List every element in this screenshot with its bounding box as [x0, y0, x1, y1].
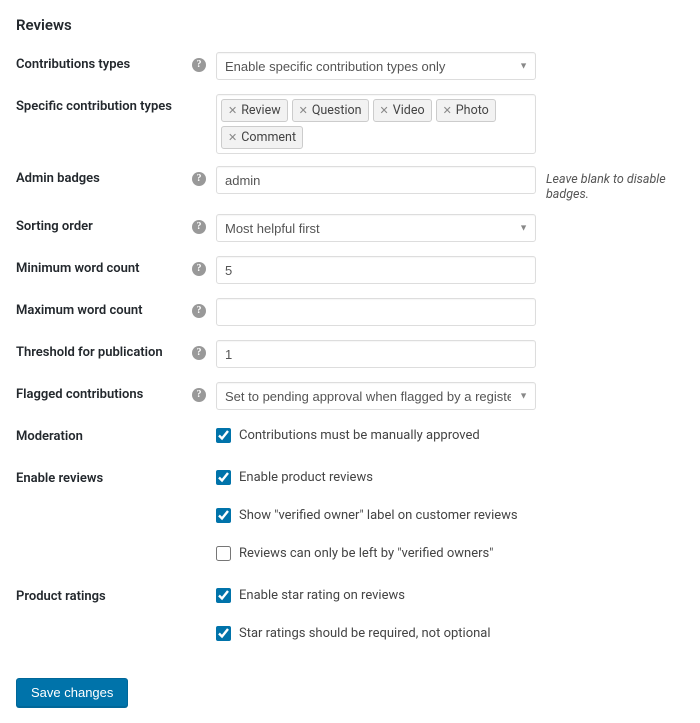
page-title: Reviews	[16, 16, 684, 34]
enable-reviews-checkbox[interactable]	[216, 470, 231, 485]
save-button[interactable]: Save changes	[16, 678, 128, 707]
help-icon[interactable]: ?	[192, 172, 206, 186]
help-icon[interactable]: ?	[192, 220, 206, 234]
tag-video[interactable]: ✕Video	[373, 99, 432, 122]
tag-question[interactable]: ✕Question	[292, 99, 369, 122]
label-enable-reviews: Enable reviews	[16, 471, 186, 486]
threshold-input[interactable]	[216, 340, 536, 368]
star-required-check-label: Star ratings should be required, not opt…	[239, 626, 491, 641]
tag-review[interactable]: ✕Review	[221, 99, 288, 122]
help-icon[interactable]: ?	[192, 262, 206, 276]
label-admin-badges: Admin badges	[16, 171, 186, 186]
verified-owner-check-label: Show "verified owner" label on customer …	[239, 508, 518, 523]
only-verified-check-label: Reviews can only be left by "verified ow…	[239, 546, 493, 561]
help-icon[interactable]: ?	[192, 58, 206, 72]
moderation-check-label: Contributions must be manually approved	[239, 428, 480, 443]
label-product-ratings: Product ratings	[16, 589, 186, 604]
label-moderation: Moderation	[16, 429, 186, 444]
label-flagged: Flagged contributions	[16, 387, 186, 402]
label-min-words: Minimum word count	[16, 261, 186, 276]
max-words-input[interactable]	[216, 298, 536, 326]
sorting-select[interactable]: Most helpful first	[216, 214, 536, 242]
star-required-checkbox[interactable]	[216, 626, 231, 641]
label-contrib-types: Contributions types	[16, 57, 186, 72]
admin-badges-hint: Leave blank to disable badges.	[536, 166, 684, 202]
tag-photo[interactable]: ✕Photo	[436, 99, 496, 122]
help-icon[interactable]: ?	[192, 346, 206, 360]
flagged-select[interactable]: Set to pending approval when flagged by …	[216, 382, 536, 410]
moderation-checkbox[interactable]	[216, 428, 231, 443]
label-max-words: Maximum word count	[16, 303, 186, 318]
star-rating-check-label: Enable star rating on reviews	[239, 588, 405, 603]
label-threshold: Threshold for publication	[16, 345, 186, 360]
enable-reviews-check-label: Enable product reviews	[239, 470, 373, 485]
only-verified-checkbox[interactable]	[216, 546, 231, 561]
close-icon[interactable]: ✕	[443, 104, 452, 117]
close-icon[interactable]: ✕	[380, 104, 389, 117]
admin-badges-input[interactable]	[216, 166, 536, 194]
specific-types-tagbox[interactable]: ✕Review ✕Question ✕Video ✕Photo ✕Comment	[216, 94, 536, 154]
close-icon[interactable]: ✕	[299, 104, 308, 117]
label-specific-types: Specific contribution types	[16, 99, 186, 114]
help-icon[interactable]: ?	[192, 304, 206, 318]
contrib-types-select[interactable]: Enable specific contribution types only	[216, 52, 536, 80]
close-icon[interactable]: ✕	[228, 104, 237, 117]
star-rating-checkbox[interactable]	[216, 588, 231, 603]
help-icon[interactable]: ?	[192, 388, 206, 402]
close-icon[interactable]: ✕	[228, 131, 237, 144]
verified-owner-checkbox[interactable]	[216, 508, 231, 523]
min-words-input[interactable]	[216, 256, 536, 284]
label-sorting: Sorting order	[16, 219, 186, 234]
tag-comment[interactable]: ✕Comment	[221, 126, 303, 149]
